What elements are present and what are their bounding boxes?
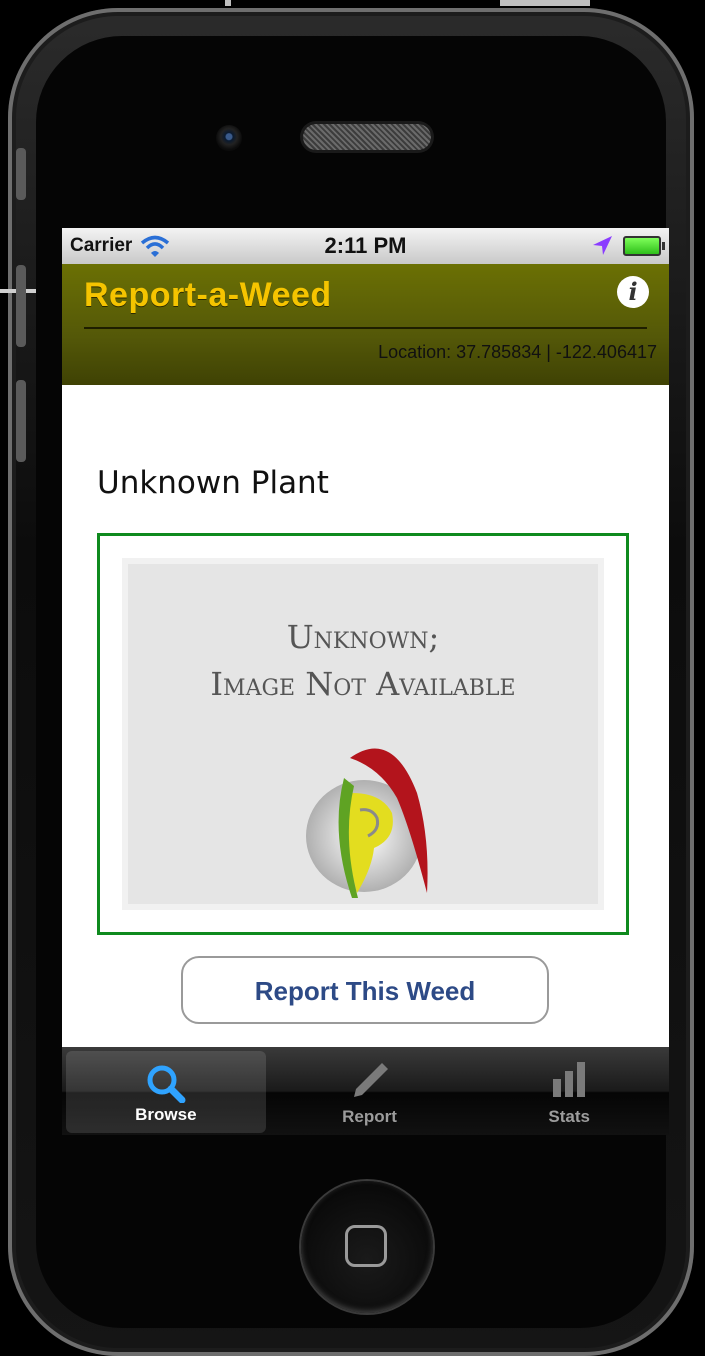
image-placeholder: Unknown; Image Not Available xyxy=(122,558,604,910)
tab-browse-label: Browse xyxy=(135,1105,197,1124)
placeholder-line-1: Unknown; xyxy=(286,618,440,656)
tab-stats-label: Stats xyxy=(548,1107,590,1126)
status-bar: Carrier 2:11 PM xyxy=(62,228,669,264)
app-header: Report-a-Weed i Location: 37.785834 | -1… xyxy=(62,264,669,385)
volume-up-button xyxy=(16,265,26,347)
volume-down-button xyxy=(16,380,26,462)
plant-name: Unknown Plant xyxy=(97,465,329,501)
placeholder-line-2: Image Not Available xyxy=(210,665,516,703)
app-logo-icon xyxy=(306,748,428,898)
app-title: Report-a-Weed xyxy=(84,276,332,314)
front-camera xyxy=(216,125,242,151)
header-divider xyxy=(84,327,647,329)
tab-browse[interactable]: Browse xyxy=(66,1051,266,1133)
mute-switch xyxy=(16,148,26,200)
info-icon[interactable]: i xyxy=(617,276,649,308)
phone-edge-mark xyxy=(225,0,231,6)
bar-chart-icon xyxy=(553,1062,586,1097)
phone-edge-mark xyxy=(500,0,590,6)
status-time: 2:11 PM xyxy=(324,233,407,258)
tab-stats[interactable]: Stats xyxy=(469,1047,669,1135)
main-content: Unknown Plant Unknown; Image Not Availab… xyxy=(62,385,669,1047)
tab-report[interactable]: Report xyxy=(270,1047,470,1135)
home-square-icon xyxy=(345,1225,387,1267)
tab-report-label: Report xyxy=(342,1107,397,1126)
pencil-icon xyxy=(353,1063,388,1097)
report-this-weed-button[interactable]: Report This Weed xyxy=(181,956,549,1024)
battery-icon xyxy=(623,236,665,256)
tab-bar: Browse Report Stats xyxy=(62,1047,669,1135)
search-icon xyxy=(147,1065,186,1103)
earpiece-speaker xyxy=(303,124,431,150)
app-screen: Carrier 2:11 PM Report-a-Weed i Location… xyxy=(62,228,669,1135)
plant-image-frame: Unknown; Image Not Available xyxy=(97,533,629,935)
location-readout: Location: 37.785834 | -122.406417 xyxy=(378,342,657,362)
home-button[interactable] xyxy=(301,1181,433,1313)
